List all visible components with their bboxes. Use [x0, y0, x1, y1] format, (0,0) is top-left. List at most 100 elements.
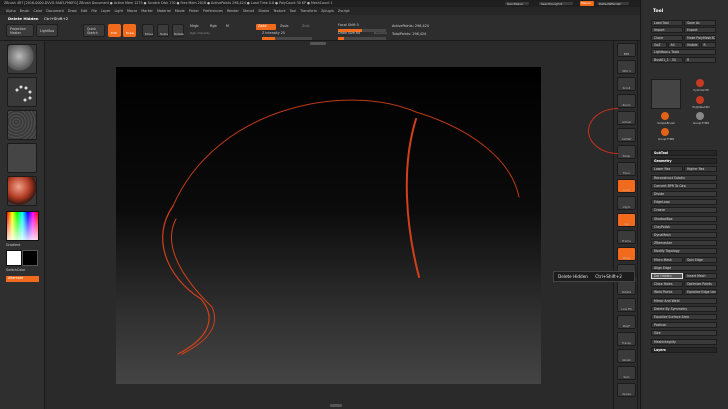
menu-edit[interactable]: Edit [81, 9, 88, 13]
switch-color-button[interactable]: SwitchColor [6, 268, 26, 272]
tool-section-subtool[interactable]: SubTool [651, 150, 717, 156]
gradient-label[interactable]: Gradient [6, 243, 20, 247]
tool-section-meshintegrity[interactable]: MeshIntegrity [651, 338, 717, 345]
menu-stroke[interactable]: Stroke [258, 9, 269, 13]
lightbox-button[interactable]: LightBox [36, 24, 58, 37]
tool-section-zremesher[interactable]: ZRemesher [651, 240, 717, 247]
tool-section-align-edge[interactable]: Align Edge [651, 264, 717, 271]
tool-row-button[interactable]: Import [651, 27, 683, 34]
menu-layer[interactable]: Layer [101, 9, 110, 13]
tool-section-weld-points[interactable]: Weld Points [651, 289, 683, 296]
tool-section-close-holes[interactable]: Close Holes [651, 281, 683, 288]
move-button[interactable]: Move [142, 24, 154, 37]
tool-row-button[interactable]: Clone [651, 34, 683, 41]
tool-row-button[interactable]: Lightbox ▸ Tools [651, 49, 716, 56]
menu-movie[interactable]: Movie [175, 9, 185, 13]
tool-section-delete-by-symmetry[interactable]: Delete By Symmetry [651, 305, 717, 312]
texture-thumbnail[interactable] [7, 143, 37, 173]
rgb-intensity-slider[interactable]: Rgb Intensity [190, 32, 210, 35]
tool-section-size[interactable]: Size [651, 330, 717, 337]
material-thumbnail[interactable] [7, 176, 37, 206]
tool-row-button[interactable]: Make PolyMesh3D [684, 34, 716, 41]
menu-color[interactable]: Color [33, 9, 42, 13]
subtool-icon[interactable] [696, 79, 704, 87]
tool-row-button[interactable]: Save As [684, 20, 716, 26]
tool-section-modify-topology[interactable]: Modify Topology [651, 248, 717, 255]
menu-transform[interactable]: Transform [300, 9, 317, 13]
tool-row-button[interactable]: Visible [684, 41, 700, 48]
zcut-button[interactable]: Zcut [302, 24, 310, 28]
menu-render[interactable]: Render [227, 9, 239, 13]
menu-file[interactable]: File [91, 9, 97, 13]
menu-tool[interactable]: Tool [290, 9, 297, 13]
subtool-icon[interactable] [661, 112, 669, 120]
subtool-icon[interactable] [696, 96, 704, 104]
menu-texture[interactable]: Texture [273, 9, 285, 13]
quick-sketch-button[interactable]: Quick Sketch [83, 24, 105, 37]
rotate-button[interactable]: Rotate [172, 24, 184, 37]
tool-section-crease[interactable]: Crease [651, 207, 717, 214]
dynamic-button[interactable]: Dynamic [374, 32, 387, 35]
default-zscript-button[interactable]: DefaultZScript [596, 1, 630, 6]
document-canvas[interactable] [116, 67, 541, 384]
tool-section-del-hidden[interactable]: Del Hidden [651, 273, 683, 279]
tool-row-button[interactable]: R [700, 41, 716, 48]
menu-macro[interactable]: Macro [127, 9, 137, 13]
tool-row-button[interactable]: Export [684, 27, 716, 34]
menu-picker[interactable]: Picker [189, 9, 199, 13]
tool-section-geometry[interactable]: Geometry [651, 158, 717, 165]
rgb-button[interactable]: Rgb [210, 24, 217, 28]
subtool-icon[interactable] [696, 112, 704, 120]
tool-row-button[interactable]: GoZ [651, 41, 667, 48]
menu-light[interactable]: Light [114, 9, 122, 13]
m-button[interactable]: M [226, 24, 229, 28]
tool-section-dynamesh[interactable]: DynaMesh [651, 232, 717, 238]
tool-section-mirror-and-weld[interactable]: Mirror And Weld [651, 297, 717, 304]
tool-section-claypolish[interactable]: ClayPolish [651, 223, 717, 230]
menu-preferences[interactable]: Preferences [203, 9, 223, 13]
tool-section-edgeloop[interactable]: EdgeLoop [651, 199, 717, 206]
viewport-top-handle[interactable] [310, 42, 326, 45]
tool-section-micro-mesh[interactable]: Micro Mesh [651, 256, 683, 263]
tool-row-button[interactable]: Load Tool [651, 20, 683, 26]
current-tool-thumbnail[interactable] [651, 79, 681, 109]
menu-document[interactable]: Document [46, 9, 64, 13]
menu-brush[interactable]: Brush [20, 9, 30, 13]
brush-thumbnail[interactable] [7, 44, 37, 74]
menu-material[interactable]: Material [157, 9, 171, 13]
stroke-thumbnail[interactable] [7, 77, 37, 107]
scale-button[interactable]: Scale [157, 24, 169, 37]
see-through-slider[interactable]: See-through 0 [538, 1, 574, 6]
tool-section-position[interactable]: Position [651, 322, 717, 329]
secondary-color-swatch[interactable] [22, 250, 38, 266]
viewport-bottom-handle[interactable] [330, 404, 342, 407]
tool-section-reconstruct-subdiv[interactable]: Reconstruct Subdiv [651, 174, 717, 181]
zsub-button[interactable]: Zsub [280, 24, 288, 28]
tool-section-equalize-edge-length[interactable]: Equalize Edge Length [684, 289, 717, 296]
main-color-swatch[interactable] [6, 250, 22, 266]
edit-button[interactable]: Edit [108, 24, 121, 37]
mrgb-button[interactable]: Mrgb [190, 24, 199, 28]
menu-zplugin[interactable]: Zplugin [321, 9, 334, 13]
tool-section-divide[interactable]: Divide [651, 191, 717, 197]
tool-section-insert-mesh[interactable]: Insert Mesh [684, 273, 717, 279]
tool-section-layers[interactable]: Layers [651, 346, 717, 353]
subtool-icon[interactable] [661, 128, 669, 136]
projection-master-button[interactable]: Projection Master [6, 24, 34, 37]
menu-stencil[interactable]: Stencil [243, 9, 254, 13]
tool-row-button[interactable]: R [684, 56, 716, 63]
z-intensity-slider[interactable] [262, 37, 312, 40]
tool-section-convert-bpr-to-geo[interactable]: Convert BPR To Geo [651, 182, 717, 189]
quicksave-button[interactable]: QuickSave [504, 1, 530, 6]
menu-alpha[interactable]: Alpha [6, 9, 16, 13]
zadd-button[interactable]: Zadd [256, 24, 276, 30]
tool-section-higher-res[interactable]: Higher Res [684, 166, 717, 173]
tool-row-button[interactable]: Bust01_1 . 50 [651, 56, 683, 63]
tool-section-optimize-points[interactable]: Optimize Points [684, 281, 717, 288]
menu-marker[interactable]: Marker [141, 9, 153, 13]
menus-button[interactable]: Menus [580, 1, 594, 6]
color-picker[interactable] [6, 211, 39, 241]
tool-palette-title[interactable]: Tool [653, 9, 663, 15]
menu-zscript[interactable]: Zscript [338, 9, 350, 13]
alpha-thumbnail[interactable] [7, 110, 37, 140]
